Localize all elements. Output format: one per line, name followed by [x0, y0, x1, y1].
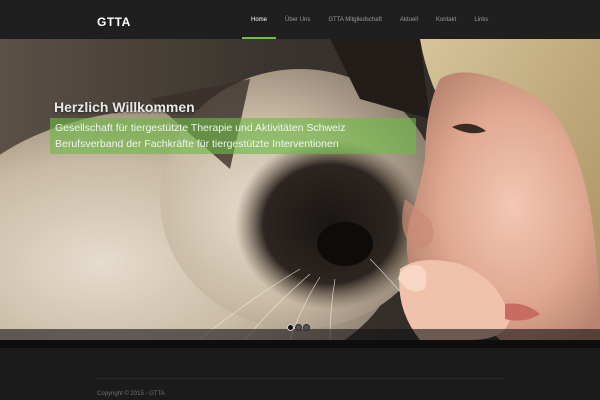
slider-dot-2[interactable] [295, 324, 302, 331]
nav-item-aktuell[interactable]: Aktuell [391, 0, 427, 39]
slider-pagination [287, 324, 310, 331]
footer-divider [97, 378, 503, 379]
copyright-text: Copyright © 2015 - GTTA [97, 391, 165, 397]
site-footer: Copyright © 2015 - GTTA [0, 348, 600, 400]
nav-item-mitgliedschaft[interactable]: GTTA Mitgliedschaft [319, 0, 391, 39]
slider-dot-3[interactable] [303, 324, 310, 331]
hero-subtitle-box: Gesellschaft für tiergestützte Therapie … [50, 118, 416, 154]
nav-item-home[interactable]: Home [242, 0, 277, 39]
nav-item-kontakt[interactable]: Kontakt [427, 0, 465, 39]
hero-image [0, 39, 600, 340]
hero-slider[interactable]: Herzlich Willkommen Gesellschaft für tie… [0, 39, 600, 340]
hero-title: Herzlich Willkommen [54, 99, 195, 115]
site-header: GTTA Home Über Uns GTTA Mitgliedschaft A… [0, 0, 600, 39]
hero-subtitle-line2: Berufsverband der Fachkräfte für tierges… [55, 138, 339, 150]
nav-item-ueber-uns[interactable]: Über Uns [276, 0, 319, 39]
nav-item-links[interactable]: Links [465, 0, 497, 39]
divider-band [0, 340, 600, 348]
hero-subtitle-line1: Gesellschaft für tiergestützte Therapie … [55, 122, 346, 134]
slider-dot-1[interactable] [287, 324, 294, 331]
main-nav: Home Über Uns GTTA Mitgliedschaft Aktuel… [242, 0, 497, 39]
site-logo[interactable]: GTTA [97, 15, 131, 29]
